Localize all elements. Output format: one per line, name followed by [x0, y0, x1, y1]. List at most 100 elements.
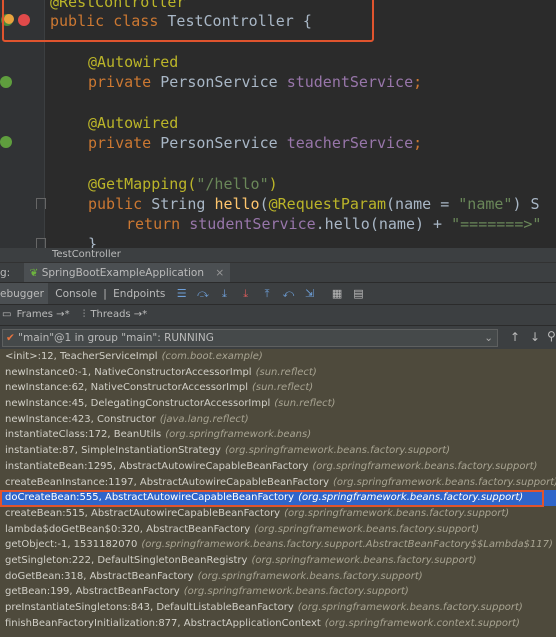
code-token: (name = — [386, 195, 459, 213]
code-line-4[interactable]: @Autowired — [88, 52, 178, 72]
stack-frame[interactable]: preInstantiateSingletons:843, DefaultLis… — [0, 600, 556, 616]
frame-method: instantiate:87, SimpleInstantiationStrat… — [5, 445, 221, 457]
fold-marker-icon[interactable] — [36, 198, 46, 209]
stack-frame[interactable]: getSingleton:222, DefaultSingletonBeanRe… — [0, 553, 556, 569]
code-editor[interactable]: @RestController public class TestControl… — [0, 0, 556, 248]
spring-boot-icon: ❦ — [29, 267, 39, 279]
code-line-5[interactable]: private PersonService studentService; — [88, 72, 422, 92]
step-over-icon[interactable]: ⤼ — [196, 283, 210, 305]
editor-breadcrumb[interactable]: TestController — [0, 248, 556, 262]
stack-frame[interactable]: getBean:199, AbstractBeanFactory (org.spr… — [0, 584, 556, 600]
frame-method: createBeanInstance:1197, AbstractAutowir… — [5, 476, 329, 488]
frame-method: <init>:12, TeacherServiceImpl — [5, 351, 158, 362]
frame-method: newInstance0:-1, NativeConstructorAccess… — [5, 366, 252, 378]
code-token: PersonService — [160, 73, 287, 91]
frame-package: (org.springframework.beans.factory.suppo… — [312, 460, 538, 472]
filter-icon[interactable]: ⚲ — [547, 329, 556, 343]
tab-debugger[interactable]: ebugger — [0, 283, 48, 305]
stack-frame[interactable]: instantiate:87, SimpleInstantiationStrat… — [0, 443, 556, 459]
stack-frame[interactable]: instantiateBean:1295, AbstractAutowireCa… — [0, 459, 556, 475]
code-token: .hello(name) + — [315, 215, 452, 233]
stack-frame[interactable]: lambda$doGetBean$0:320, AbstractBeanFact… — [0, 522, 556, 538]
code-line-11[interactable]: public String hello(@RequestParam(name =… — [88, 194, 540, 214]
stack-frame[interactable]: doGetBean:318, AbstractBeanFactory (org.s… — [0, 569, 556, 585]
class-declaration-highlight — [2, 0, 374, 42]
frame-method: newInstance:45, DelegatingConstructorAcc… — [5, 398, 271, 410]
frame-method: getBean:199, AbstractBeanFactory — [5, 586, 180, 598]
frame-package: (org.springframework.beans.factory.suppo… — [297, 602, 523, 613]
stack-frame[interactable]: finishBeanFactoryInitialization:877, Abs… — [0, 616, 556, 632]
tab-console[interactable]: Console — [55, 288, 97, 300]
drop-frame-icon[interactable]: ⤺ — [281, 283, 295, 305]
frame-package: (java.lang.reflect) — [159, 413, 249, 425]
frame-package: (sun.reflect) — [274, 398, 336, 410]
autowired-bean-icon[interactable] — [0, 76, 12, 88]
frame-method: getSingleton:222, DefaultSingletonBeanRe… — [5, 554, 248, 566]
code-line-10[interactable]: @GetMapping("/hello") — [88, 174, 278, 194]
step-into-icon[interactable]: ⤓ — [217, 283, 231, 305]
code-token: ) S — [512, 195, 540, 213]
thread-dropdown[interactable]: ✔ "main"@1 in group "main": RUNNING ⌄ — [2, 329, 498, 347]
evaluate-icon[interactable]: ▦ — [330, 283, 344, 305]
code-line-7[interactable]: @Autowired — [88, 113, 178, 133]
next-frame-icon[interactable]: ↓ — [530, 330, 540, 344]
frame-package: (org.springframework.beans.factory.suppo… — [298, 492, 524, 504]
previous-frame-icon[interactable]: ↑ — [510, 330, 520, 344]
frame-method: getObject:-1, 1531182070 — [5, 539, 138, 551]
tab-endpoints[interactable]: Endpoints — [113, 288, 165, 300]
run-to-cursor-icon[interactable]: ⇲ — [303, 283, 317, 305]
frame-method: doCreateBean:555, AbstractAutowireCapabl… — [5, 492, 295, 504]
frames-icon: ▭ — [2, 309, 12, 320]
menu-icon[interactable]: ☰ — [175, 283, 189, 305]
code-token: @Autowired — [88, 53, 179, 71]
code-token: private — [88, 134, 161, 152]
stack-frame[interactable]: getObject:-1, 1531182070 (org.springframe… — [0, 537, 556, 553]
stack-frames-list[interactable]: <init>:12, TeacherServiceImpl (com.boot.e… — [0, 349, 556, 637]
code-token: studentService — [189, 215, 316, 233]
code-token: "/hello" — [196, 175, 269, 193]
code-token: teacherService — [286, 134, 414, 152]
frame-package: (org.springframework.beans.factory.suppo… — [333, 476, 556, 488]
run-config-tab[interactable]: ❦ SpringBootExampleApplication × — [23, 263, 231, 283]
breadcrumb-class[interactable]: TestController — [52, 249, 121, 260]
frame-package: (org.springframework.beans.factory.suppo… — [254, 523, 480, 535]
frame-package: (org.springframework.context.support) — [324, 617, 520, 629]
tab-threads[interactable]: Threads →* — [90, 309, 147, 320]
frame-package: (sun.reflect) — [255, 366, 317, 378]
frame-method: instantiateBean:1295, AbstractAutowireCa… — [5, 460, 309, 472]
code-token: "name" — [458, 195, 513, 213]
frame-method: newInstance:62, NativeConstructorAccesso… — [5, 382, 248, 394]
code-token: PersonService — [160, 134, 287, 152]
code-line-8[interactable]: private PersonService teacherService; — [88, 133, 422, 153]
autowired-bean-icon-2[interactable] — [0, 136, 12, 148]
tab-frames[interactable]: Frames →* — [17, 309, 70, 320]
thread-selected-value: "main"@1 in group "main": RUNNING — [18, 332, 214, 344]
stack-frame[interactable]: newInstance:62, NativeConstructorAccesso… — [0, 380, 556, 396]
close-tab-icon[interactable]: × — [215, 267, 224, 279]
stack-frame-selected[interactable]: doCreateBean:555, AbstractAutowireCapabl… — [0, 490, 556, 506]
code-line-12[interactable]: return studentService.hello(name) + "===… — [126, 214, 541, 234]
code-token: @RequestParam — [268, 195, 387, 213]
debugger-toolbar: ebugger Console | Endpoints ☰ ⤼ ⤓ ⤓ ⤒ ⤺ … — [0, 282, 556, 305]
stack-frame[interactable]: <init>:12, TeacherServiceImpl (com.boot.e… — [0, 349, 556, 365]
stack-frame[interactable]: newInstance0:-1, NativeConstructorAccess… — [0, 365, 556, 381]
code-line-13[interactable]: } — [88, 234, 97, 248]
run-config-label: SpringBootExampleApplication — [41, 267, 204, 279]
step-out-icon[interactable]: ⤒ — [260, 283, 274, 305]
stack-frame[interactable]: createBean:515, AbstractAutowireCapableB… — [0, 506, 556, 522]
fold-marker-icon-2[interactable] — [36, 238, 46, 248]
code-token: hello — [214, 195, 260, 213]
stack-frame[interactable]: createBeanInstance:1197, AbstractAutowir… — [0, 475, 556, 491]
restore-layout-icon[interactable]: ▤ — [351, 283, 365, 305]
frame-package: (com.boot.example) — [161, 351, 263, 362]
force-step-into-icon[interactable]: ⤓ — [239, 283, 253, 305]
chevron-down-icon: ⌄ — [484, 332, 493, 344]
stack-frame[interactable]: instantiateClass:172, BeanUtils (org.spri… — [0, 427, 556, 443]
frame-method: instantiateClass:172, BeanUtils — [5, 429, 162, 441]
code-token: return — [126, 215, 190, 233]
stack-frame[interactable]: newInstance:45, DelegatingConstructorAcc… — [0, 396, 556, 412]
tab-separator: | — [103, 288, 107, 300]
stack-frame[interactable]: newInstance:423, Constructor (java.lang.r… — [0, 412, 556, 428]
code-token: } — [88, 235, 98, 248]
frame-package: (org.springframework.beans.factory.suppo… — [183, 586, 409, 598]
